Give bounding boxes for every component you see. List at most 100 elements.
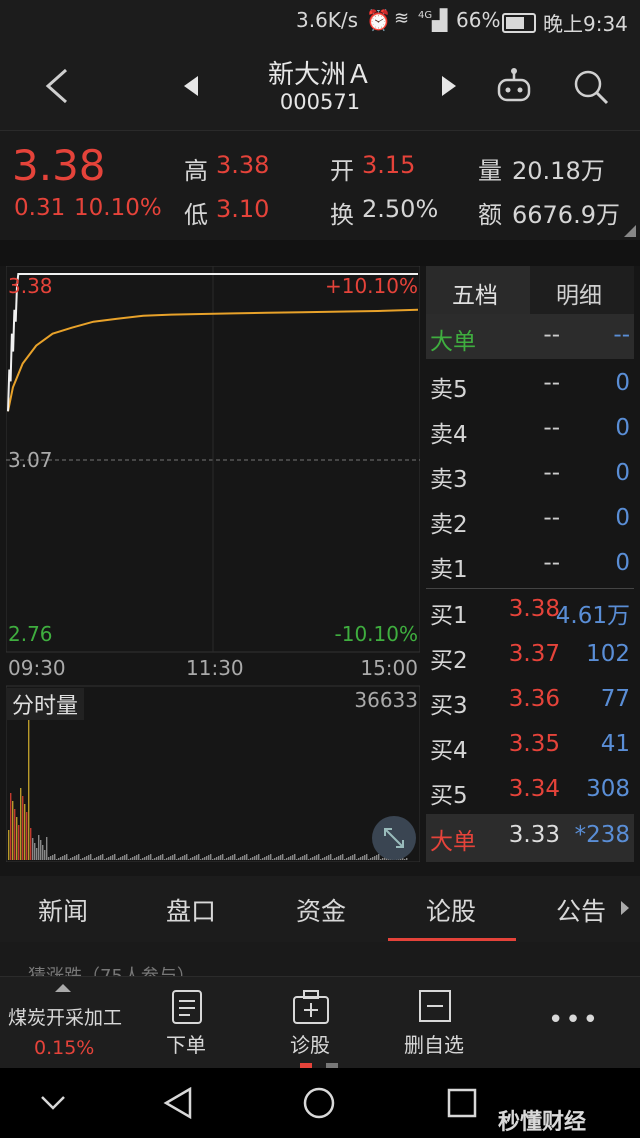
nav-back-icon[interactable] bbox=[162, 1086, 194, 1120]
volume-bar bbox=[140, 859, 142, 860]
tab-discussion[interactable]: 论股 bbox=[426, 892, 476, 928]
divider bbox=[0, 240, 640, 266]
wifi-icon: ≋ bbox=[394, 8, 410, 29]
nav-home-icon[interactable] bbox=[302, 1086, 336, 1120]
tab-detail-label: 明细 bbox=[556, 283, 602, 309]
order-icon[interactable] bbox=[170, 989, 204, 1025]
volume-bar bbox=[368, 859, 370, 860]
sector-name[interactable]: 煤炭开采加工 bbox=[8, 1003, 122, 1030]
big-order-row-top: 大单 -- -- bbox=[426, 314, 634, 359]
volume-bar bbox=[42, 845, 44, 860]
volume-bar bbox=[202, 858, 204, 860]
volume-bar bbox=[104, 859, 106, 860]
volume-bar bbox=[146, 856, 148, 860]
volume-bar bbox=[112, 855, 114, 860]
order-button[interactable]: 下单 bbox=[166, 1029, 206, 1058]
volume-bar bbox=[16, 817, 18, 860]
volume-bar bbox=[218, 856, 220, 860]
order-book: 五档 明细 大单 -- -- 卖5 -- 0 卖4 -- 0 卖3 -- 0 卖2 -- 0 卖… bbox=[426, 266, 634, 862]
volume-bar bbox=[106, 858, 108, 860]
volume-bar bbox=[90, 854, 92, 860]
volume-bar bbox=[298, 858, 300, 860]
ask-label: 卖5 bbox=[430, 377, 468, 403]
remove-watch-icon[interactable] bbox=[418, 989, 452, 1023]
volume-bar bbox=[12, 801, 14, 860]
volume-bar bbox=[344, 859, 346, 860]
nav-recents-icon[interactable] bbox=[446, 1087, 478, 1119]
axis-top-pct: +10.10% bbox=[324, 274, 418, 298]
volume-bar bbox=[248, 859, 250, 860]
volume-bar bbox=[284, 859, 286, 860]
low-label: 低 bbox=[184, 201, 208, 229]
robot-icon[interactable] bbox=[494, 66, 534, 106]
volume-bar bbox=[154, 858, 156, 860]
volume-bar bbox=[252, 857, 254, 860]
volume-bar bbox=[18, 825, 20, 860]
volume-bar bbox=[250, 858, 252, 860]
volume-bar bbox=[332, 859, 334, 860]
volume-bar bbox=[148, 855, 150, 860]
turnover-value: 2.50% bbox=[362, 195, 439, 223]
tabs-more-icon[interactable] bbox=[620, 900, 630, 916]
bottom-toolbar: 煤炭开采加工 0.15% 下单 诊股 删自选 ••• bbox=[0, 976, 640, 1069]
ask-label: 卖4 bbox=[430, 422, 468, 448]
network-type: 4G bbox=[418, 10, 433, 21]
volume-bar bbox=[86, 856, 88, 860]
remove-watch-button[interactable]: 删自选 bbox=[404, 1029, 464, 1058]
volume-bar bbox=[198, 854, 200, 860]
bid-price: 3.35 bbox=[508, 731, 560, 757]
volume-bar bbox=[356, 859, 358, 860]
search-icon[interactable] bbox=[572, 68, 612, 108]
fullscreen-button[interactable] bbox=[372, 816, 416, 860]
open-value: 3.15 bbox=[362, 151, 416, 179]
volume-bars bbox=[8, 716, 408, 860]
volume-bar bbox=[92, 859, 94, 860]
bid-vol: 4.61万 bbox=[555, 603, 630, 629]
volume-bar bbox=[338, 856, 340, 860]
volume-bar bbox=[358, 858, 360, 860]
axis-bottom-pct: -10.10% bbox=[334, 622, 418, 646]
volume-bar bbox=[290, 856, 292, 860]
expand-corner-icon[interactable] bbox=[624, 225, 636, 237]
axis-bottom-price: 2.76 bbox=[8, 622, 53, 646]
volume-bar bbox=[312, 857, 314, 860]
more-icon[interactable]: ••• bbox=[548, 1005, 600, 1035]
volume-bar bbox=[98, 856, 100, 860]
ask-price: -- bbox=[543, 415, 560, 441]
big-order-vol: *238 bbox=[574, 822, 630, 848]
volume-bar bbox=[296, 859, 298, 860]
volume-bar bbox=[328, 855, 330, 860]
volume-bar bbox=[216, 857, 218, 860]
price-change-pct: 10.10% bbox=[74, 195, 162, 221]
volume-bar bbox=[136, 855, 138, 860]
tab-news[interactable]: 新闻 bbox=[38, 892, 88, 928]
volume-bar bbox=[168, 857, 170, 860]
volume-bar bbox=[66, 854, 68, 860]
volume-bar bbox=[206, 856, 208, 860]
volume-bar bbox=[14, 809, 16, 860]
next-stock-icon[interactable] bbox=[440, 74, 458, 98]
volume-bar bbox=[58, 858, 60, 860]
volume-bar bbox=[78, 854, 80, 860]
clock: 晚上9:34 bbox=[543, 12, 628, 36]
volume-bar bbox=[88, 855, 90, 860]
volume-bar bbox=[210, 854, 212, 860]
intraday-chart[interactable]: 3.38 +10.10% 3.07 2.76 -10.10% 09:30 11:… bbox=[6, 266, 420, 862]
nav-collapse-icon[interactable] bbox=[40, 1094, 66, 1112]
diagnose-button[interactable]: 诊股 bbox=[290, 1029, 330, 1058]
content-peek: 猜涨跌（75人参与） bbox=[0, 942, 640, 976]
volume-bar bbox=[128, 859, 130, 860]
tab-detail[interactable]: 明细 bbox=[530, 266, 634, 314]
tab-funds[interactable]: 资金 bbox=[296, 892, 346, 928]
diagnose-icon[interactable] bbox=[292, 989, 330, 1025]
volume-bar bbox=[314, 856, 316, 860]
tab-announcements[interactable]: 公告 bbox=[556, 892, 606, 928]
stock-name: 新大洲Ａ bbox=[267, 60, 372, 90]
volume-bar bbox=[32, 838, 34, 860]
high-label: 高 bbox=[184, 157, 208, 185]
volume-bar bbox=[200, 859, 202, 860]
volume-bar bbox=[52, 855, 54, 860]
volume-bar bbox=[240, 857, 242, 860]
tab-five-levels[interactable]: 五档 bbox=[426, 266, 530, 314]
tab-market[interactable]: 盘口 bbox=[166, 892, 216, 928]
